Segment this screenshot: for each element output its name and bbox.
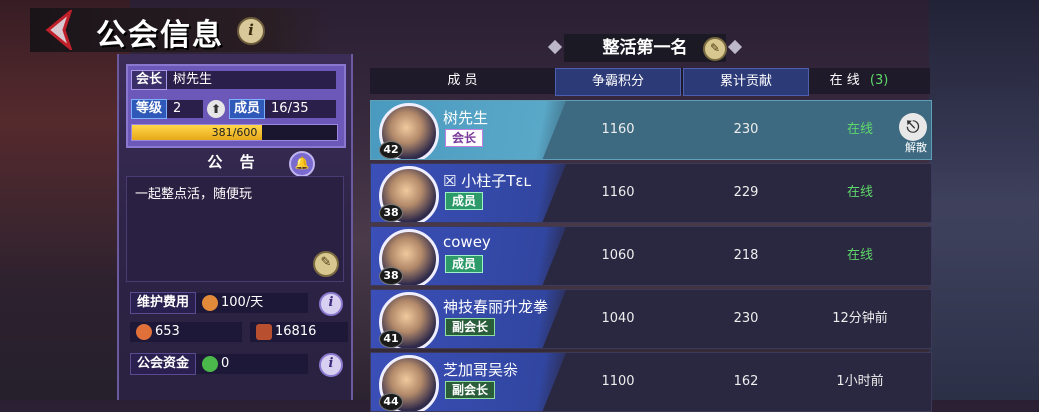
level-row: 等级 2 ⬆ 成员 16/35	[131, 99, 336, 119]
disband-icon[interactable]: ⎋	[899, 113, 927, 141]
notice-box: 一起整点活，随便玩 ✎	[126, 176, 344, 282]
currency-row: 653 16816	[130, 322, 348, 342]
edit-notice-icon[interactable]: ✎	[313, 251, 339, 277]
medal-icon	[136, 323, 152, 340]
member-row[interactable]: 38 cowey 成员 1060 218 在线	[370, 226, 932, 286]
col-score-sort[interactable]: 争霸积分	[555, 68, 681, 96]
member-status: 12分钟前	[832, 311, 888, 326]
background-right	[929, 0, 1039, 400]
back-arrow-icon[interactable]	[40, 10, 80, 50]
member-score: 1060	[601, 248, 635, 263]
fund-coin-icon	[202, 355, 219, 372]
col-contrib-sort[interactable]: 累计贡献	[683, 68, 809, 96]
fund-label: 公会资金	[130, 353, 197, 375]
upkeep-value-field: 100/天	[196, 293, 309, 313]
bell-icon[interactable]: 🔔	[289, 151, 315, 177]
member-level: 42	[379, 141, 403, 159]
members-tag: 成员	[229, 99, 266, 119]
currency2-value: 16816	[275, 324, 317, 339]
member-name: cowey	[443, 233, 491, 251]
member-name: 树先生	[443, 109, 489, 127]
upkeep-row: 维护费用 100/天	[130, 292, 309, 314]
guild-level: 2	[167, 100, 204, 118]
col-online-count: (3)	[869, 73, 889, 88]
edit-guild-name-icon[interactable]: ✎	[703, 37, 727, 61]
info-icon[interactable]: i	[237, 17, 265, 45]
level-tag: 等级	[131, 99, 168, 119]
member-status: 1小时前	[836, 374, 884, 389]
currency1-value: 653	[155, 324, 180, 339]
member-row[interactable]: 41 神技春丽升龙拳 副会长 1040 230 12分钟前	[370, 289, 932, 349]
exp-text: 381/600	[211, 126, 258, 139]
col-member: 成 员	[447, 73, 478, 88]
member-row[interactable]: 38 ☒ 小柱子Tɛʟ 成员 1160 229 在线	[370, 163, 932, 223]
col-online-label: 在 线	[829, 73, 860, 88]
currency2-field: 16816	[250, 322, 348, 342]
member-role-badge: 成员	[445, 192, 484, 210]
member-role-badge: 成员	[445, 255, 484, 273]
member-contrib: 230	[733, 122, 759, 137]
upkeep-info-icon[interactable]: i	[319, 292, 343, 316]
member-row[interactable]: 42 树先生 会长 1160 230 在线 ⎋ 解散	[370, 100, 932, 160]
member-level: 38	[379, 267, 403, 285]
member-contrib: 162	[733, 374, 759, 389]
chest-icon	[256, 323, 272, 340]
disband-label[interactable]: 解散	[905, 139, 927, 155]
upkeep-value: 100/天	[221, 295, 264, 310]
member-name: ☒ 小柱子Tɛʟ	[443, 172, 532, 190]
leader-name: 树先生	[167, 71, 336, 89]
member-name: 芝加哥吴尜	[443, 361, 519, 379]
member-score: 1100	[601, 374, 635, 389]
member-score: 1160	[601, 185, 635, 200]
left-diamond-icon	[547, 39, 563, 55]
member-contrib: 230	[733, 311, 759, 326]
member-level: 41	[379, 330, 403, 348]
member-role-badge: 副会长	[445, 318, 496, 336]
member-count: 16/35	[265, 100, 336, 118]
currency1-field: 653	[130, 322, 242, 342]
upgrade-arrow-icon[interactable]: ⬆	[207, 100, 226, 118]
gold-coin-icon	[202, 294, 219, 311]
background-left	[0, 0, 130, 400]
notice-text: 一起整点活，随便玩	[135, 187, 253, 202]
guild-name: 整活第一名	[564, 34, 726, 62]
guild-name-banner: 整活第一名 ✎	[547, 34, 743, 62]
member-status: 在线	[846, 248, 873, 263]
member-contrib: 218	[733, 248, 759, 263]
member-score: 1160	[601, 122, 635, 137]
member-table-header: 成 员 争霸积分 累计贡献 在 线 (3)	[370, 68, 930, 96]
page-title: 公会信息	[96, 18, 224, 53]
leader-row: 会长 树先生	[131, 70, 336, 90]
leader-tag: 会长	[131, 70, 168, 90]
member-row[interactable]: 44 芝加哥吴尜 副会长 1100 162 1小时前	[370, 352, 932, 412]
member-status: 在线	[846, 122, 873, 137]
member-contrib: 229	[733, 185, 759, 200]
member-score: 1040	[601, 311, 635, 326]
member-role-badge: 副会长	[445, 381, 496, 399]
member-name: 神技春丽升龙拳	[443, 298, 549, 316]
fund-value: 0	[221, 356, 230, 371]
fund-row: 公会资金 0	[130, 353, 309, 375]
right-diamond-icon	[727, 39, 743, 55]
fund-value-field: 0	[196, 354, 309, 374]
member-status: 在线	[846, 185, 873, 200]
upkeep-label: 维护费用	[130, 292, 197, 314]
exp-bar: 381/600	[131, 124, 338, 141]
col-online[interactable]: 在 线 (3)	[814, 68, 904, 94]
member-level: 44	[379, 393, 403, 411]
fund-info-icon[interactable]: i	[319, 353, 343, 377]
member-level: 38	[379, 204, 403, 222]
member-role-badge: 会长	[445, 129, 484, 147]
